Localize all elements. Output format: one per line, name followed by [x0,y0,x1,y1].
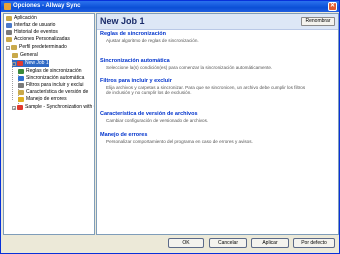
section-link[interactable]: Filtros para incluir y excluir [100,78,306,84]
tree-item[interactable]: Sincronización automática [18,75,84,82]
tree-item-label: Característica de versión de [26,89,89,95]
warning-icon [18,97,24,102]
monitor-icon [6,23,12,28]
tree-item[interactable]: General [12,52,38,59]
expander-icon[interactable]: − [12,61,16,66]
job-icon [17,105,23,110]
option-section: Reglas de sincronización Ajustar algoritm… [100,31,306,43]
tree-item-label: New Job 1 [25,60,49,66]
tree-item[interactable]: Reglas de sincronización [18,68,82,75]
tree-item-label: Acciones Personalizadas [14,36,70,42]
tree-item-label: Reglas de sincronización [26,68,82,74]
tree-item[interactable]: Manejo de errores [18,96,67,103]
folder-icon [12,53,18,58]
page-title: New Job 1 [100,16,145,26]
tree-item-label: Interfaz de usuario [14,22,56,28]
settings-tree: Aplicación Interfaz de usuario Historial d… [3,13,95,235]
panel-header: New Job 1 Renombrar [97,14,338,30]
option-section: Característica de versión de archivos Cam… [100,111,306,123]
section-description: Seleccione la(s) condición(es) para come… [106,65,273,70]
tree-item[interactable]: − New Job 1 [12,60,49,67]
job-icon [17,61,23,66]
auto-sync-icon [18,76,24,81]
window-title: Opciones - Allway Sync [13,3,81,9]
filter-icon [18,83,24,88]
ok-button[interactable]: OK [168,238,204,248]
tree-item[interactable]: Aplicación [6,15,37,22]
section-link[interactable]: Manejo de errores [100,132,306,138]
section-link[interactable]: Característica de versión de archivos [100,111,306,117]
section-description: Personalizar comportamiento del programa… [106,139,253,144]
folder-icon [6,16,12,21]
tree-item[interactable]: Característica de versión de [18,89,88,96]
section-link[interactable]: Reglas de sincronización [100,31,306,37]
tree-item-label: Manejo de errores [26,96,67,102]
default-button[interactable]: Por defecto [293,238,335,248]
section-description: Cambiar configuración de versionado de a… [106,118,209,123]
tree-item-label: Historial de eventos [14,29,58,35]
title-bar[interactable]: Opciones - Allway Sync ✕ [1,1,339,12]
job-panel: New Job 1 Renombrar Reglas de sincroniza… [96,13,339,235]
tree-item-label: Perfil predeterminado [19,44,67,50]
close-icon[interactable]: ✕ [328,2,337,11]
option-section: Sincronización automática Seleccione la(s… [100,58,306,70]
section-description: Ajustar algoritmo de reglas de sincroniz… [106,38,199,43]
gear-icon [6,37,12,42]
tree-item[interactable]: − Perfil predeterminado [6,44,67,51]
apply-button[interactable]: Aplicar [251,238,289,248]
tree-item[interactable]: Interfaz de usuario [6,22,55,29]
tree-item-label: Sincronización automática [26,75,85,81]
tree-item[interactable]: Historial de eventos [6,29,58,36]
expander-icon[interactable]: + [12,105,16,110]
option-section: Manejo de errores Personalizar comportami… [100,132,306,144]
tree-item[interactable]: Acciones Personalizadas [6,36,70,43]
options-window: Opciones - Allway Sync ✕ Aplicación Inter… [0,0,340,254]
tree-item[interactable]: Filtros para incluir y exclui [18,82,84,89]
option-section: Filtros para incluir y excluir Elija arch… [100,78,306,95]
expander-icon[interactable]: − [6,45,10,50]
rules-icon [18,69,24,74]
tree-item-label: Sample - Synchronization with C [25,104,95,110]
cancel-button[interactable]: Cancelar [209,238,247,248]
version-icon [18,90,24,95]
section-link[interactable]: Sincronización automática [100,58,306,64]
app-icon [4,3,11,10]
section-description: Elija archivos y carpetas a sincronizar.… [106,85,306,95]
rename-button[interactable]: Renombrar [301,17,335,26]
tree-item-label: Filtros para incluir y exclui [26,82,84,88]
tree-item-label: Aplicación [14,15,37,21]
profile-icon [11,45,17,50]
tree-item-label: General [20,52,38,58]
clock-icon [6,30,12,35]
tree-item[interactable]: + Sample - Synchronization with C [12,104,95,111]
